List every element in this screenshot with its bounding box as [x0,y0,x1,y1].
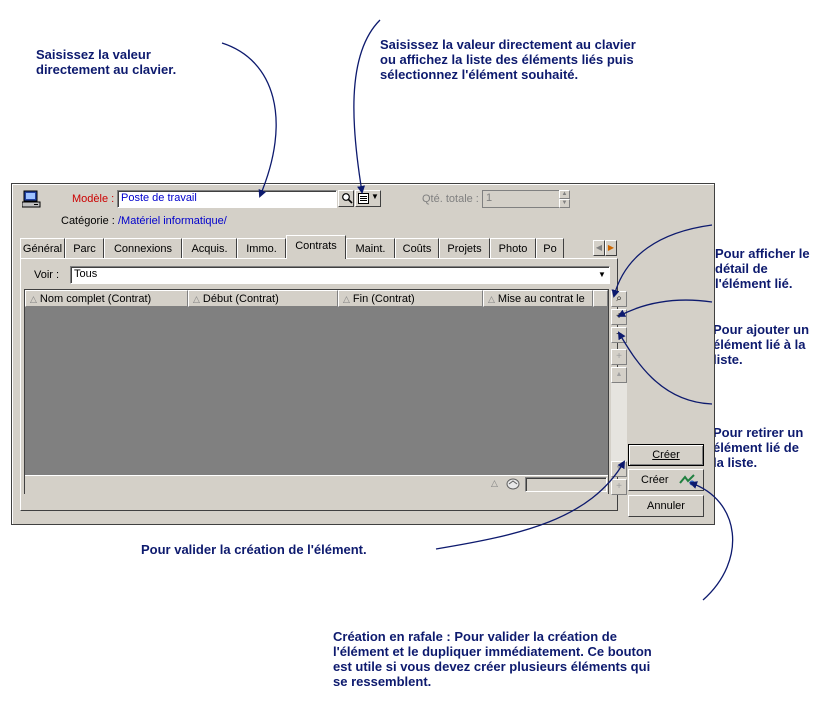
arrow-add-linked [617,299,713,317]
callout-arrows [221,19,734,601]
arrow-remove-linked [617,331,713,405]
arrow-show-detail [611,224,713,298]
arrow-burst [689,481,734,601]
tab-contrats[interactable]: Contrats [286,235,346,259]
arrow-keyboard-or-list [353,19,381,194]
arrow-keyboard-input [221,42,277,198]
arrow-validate [435,460,626,550]
